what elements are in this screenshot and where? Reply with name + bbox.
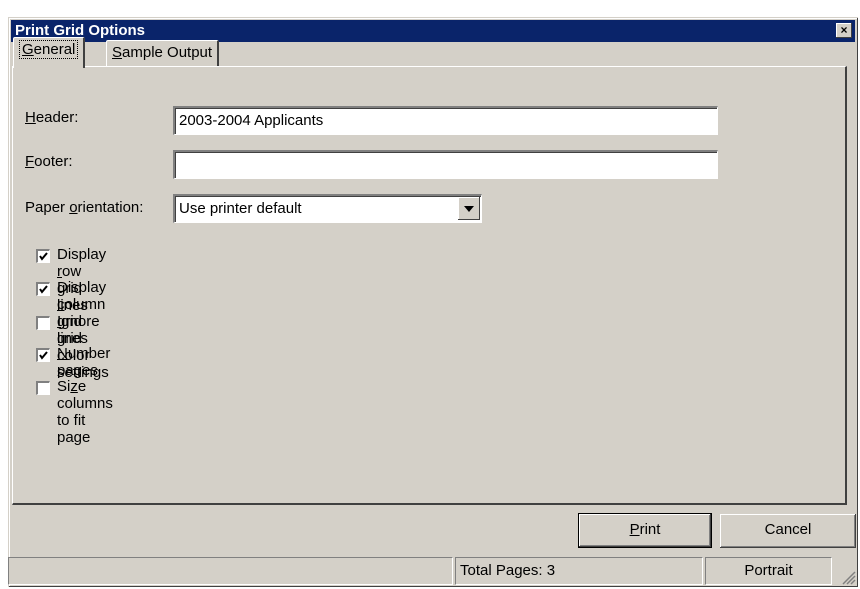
footer-input[interactable] [173,150,718,179]
checkmark-icon [39,252,48,261]
dropdown-button[interactable] [458,197,480,220]
tab-sample-output-mnemonic: S [112,44,123,61]
ignore-grid-color-checkbox[interactable] [36,316,50,330]
tab-general-mnemonic: G [22,41,34,58]
column-grid-lines-checkbox[interactable] [36,282,50,296]
checkmark-icon [39,351,48,360]
header-input[interactable]: 2003-2004 Applicants [173,106,718,135]
size-columns-checkbox[interactable] [36,381,50,395]
dropdown-arrow-icon [464,206,474,212]
header-label: Header: [25,109,79,126]
footer-label: Footer: [25,153,73,170]
cancel-button[interactable]: Cancel [720,514,856,548]
tab-general-label: eneral [33,41,76,58]
size-columns-label: Size columns to fit page [57,378,113,446]
tab-sample-output-label: ample Output [122,44,213,61]
tab-sample-output[interactable]: Sample Output [106,40,220,66]
close-icon[interactable]: × [836,23,852,38]
number-pages-checkbox[interactable] [36,348,50,362]
paper-orientation-label: Paper orientation: [25,199,144,216]
status-total-pages: Total Pages: 3 [455,557,703,585]
paper-orientation-value: Use printer default [179,200,302,217]
size-grip-icon[interactable] [842,571,856,585]
status-panel-left [8,557,453,585]
paper-orientation-select[interactable]: Use printer default [173,194,482,223]
number-pages-label: Number pages [57,345,111,379]
row-grid-lines-checkbox[interactable] [36,249,50,263]
print-button[interactable]: Print [578,513,712,548]
tab-general[interactable]: General [13,37,86,68]
title-bar: Print Grid Options × [11,20,855,42]
status-orientation: Portrait [705,557,832,585]
checkmark-icon [39,285,48,294]
